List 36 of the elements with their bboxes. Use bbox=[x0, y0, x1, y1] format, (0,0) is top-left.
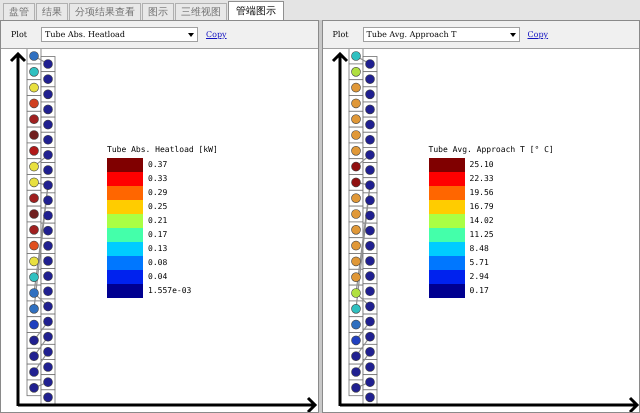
legend-value: 0.21 bbox=[148, 215, 168, 227]
copy-link[interactable]: Copy bbox=[528, 28, 548, 40]
tab[interactable]: 管端图示 bbox=[228, 1, 284, 20]
legend-value: 16.79 bbox=[470, 201, 494, 213]
legend-value: 25.10 bbox=[470, 159, 494, 171]
plot-label: Plot bbox=[332, 28, 350, 40]
tab[interactable]: 分项结果查看 bbox=[69, 3, 141, 20]
legend-value: 0.29 bbox=[148, 187, 168, 199]
legend-value: 0.04 bbox=[148, 271, 168, 283]
legend-title: Tube Abs. Heatload [kW] bbox=[107, 144, 218, 156]
legend-value: 0.08 bbox=[148, 257, 168, 269]
tab[interactable]: 盘管 bbox=[3, 3, 35, 20]
legend-value: 22.33 bbox=[470, 173, 494, 185]
legend-value: 19.56 bbox=[470, 187, 494, 199]
legend-value: 2.94 bbox=[470, 271, 489, 283]
legend-title: Tube Avg. Approach T [° C] bbox=[428, 144, 554, 156]
legend-value: 14.02 bbox=[470, 215, 494, 227]
plot-dropdown[interactable]: Tube Abs. Heatload bbox=[41, 27, 198, 42]
legend-value: 0.33 bbox=[148, 173, 168, 185]
legend-value: 0.25 bbox=[148, 201, 168, 213]
copy-link[interactable]: Copy bbox=[206, 28, 227, 40]
tab[interactable]: 结果 bbox=[36, 3, 68, 20]
plot-label: Plot bbox=[11, 28, 28, 40]
tab[interactable]: 图示 bbox=[142, 3, 174, 20]
legend-value: 0.37 bbox=[148, 159, 168, 171]
legend-value: 0.13 bbox=[148, 243, 168, 255]
plot-dropdown[interactable]: Tube Avg. Approach T bbox=[362, 27, 520, 42]
legend-value: 1.557e-03 bbox=[148, 285, 192, 297]
tab[interactable]: 三维视图 bbox=[175, 3, 227, 20]
dropdown-caret-icon bbox=[510, 32, 516, 36]
legend-value: 11.25 bbox=[470, 229, 494, 241]
dropdown-caret-icon bbox=[188, 32, 194, 36]
legend-value: 0.17 bbox=[148, 229, 168, 241]
legend-value: 5.71 bbox=[470, 257, 489, 269]
legend-value: 8.48 bbox=[470, 243, 489, 255]
legend-value: 0.17 bbox=[470, 285, 489, 297]
